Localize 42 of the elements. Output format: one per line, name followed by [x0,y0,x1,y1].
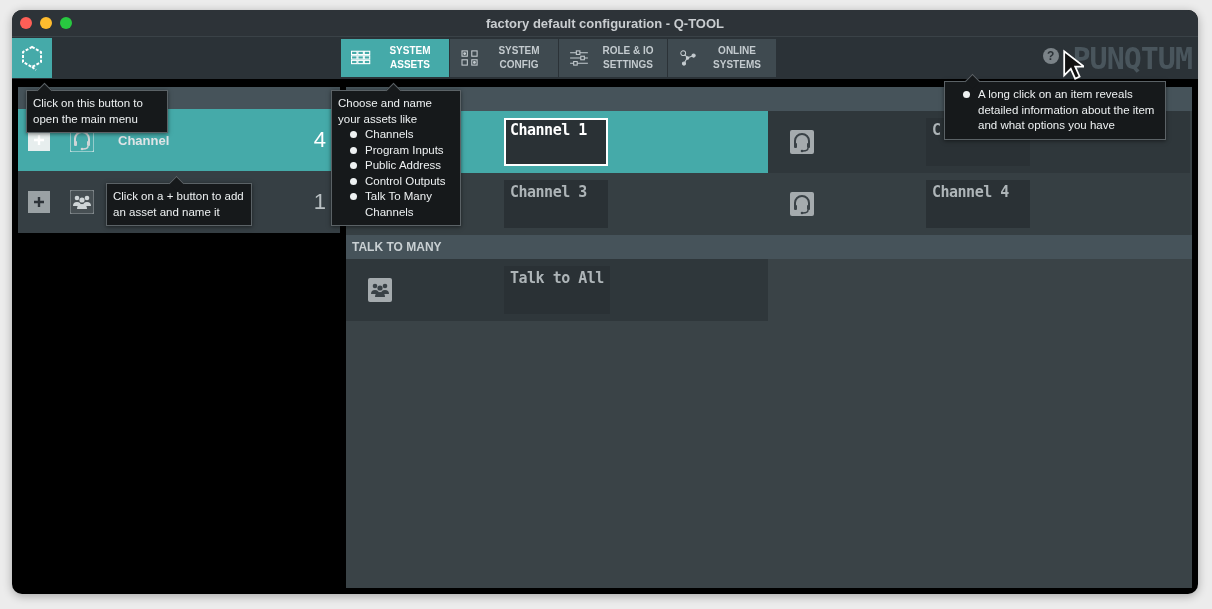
zoom-button[interactable] [60,17,72,29]
bullet-icon [350,131,357,138]
tooltip-bullet: Channels [365,127,414,142]
tooltip-bullet: Program Inputs [365,142,444,158]
headset-icon [790,192,814,216]
bullet-icon [350,162,357,169]
window-title: factory default configuration - Q-TOOL [484,15,726,31]
sliders-icon [569,50,589,66]
grid-icon [351,50,371,66]
nodes-icon [678,50,698,66]
main-menu-button[interactable] [12,38,52,78]
bullet-icon [350,146,357,154]
logo-icon [20,45,44,71]
close-button[interactable] [20,17,32,29]
bullet-icon [963,91,970,98]
asset-name: Channel 3 [504,180,608,228]
minimize-button[interactable] [40,17,52,29]
group-icon [368,278,392,302]
tooltip-bullet: Talk To Many Channels [365,189,433,220]
asset-name: Talk to All [504,266,610,314]
headset-icon [790,130,814,154]
plus-icon [33,134,45,146]
section-title: TALK TO MANY [352,240,442,254]
bullet-icon [350,193,357,200]
tooltip-bullet: Public Address [365,158,442,173]
tab[interactable]: ROLE & IO SETTINGS [559,39,667,77]
group-icon [70,190,94,214]
asset-name: Channel 1 [504,118,608,166]
asset-name: Channel 4 [926,180,1030,228]
help-button[interactable]: ? [1042,48,1059,64]
asset-count: 1 [313,189,326,215]
squares-icon [460,50,480,66]
tab[interactable]: ONLINE SYSTEMS [668,39,776,77]
asset-tile[interactable]: Talk to All [346,259,768,321]
bullet-icon [350,177,357,185]
plus-icon [33,196,45,208]
asset-type-label: Channel [118,132,171,148]
asset-tile[interactable]: Channel 4 [768,173,1190,235]
tooltip-text: Click on a + button to add an asset and name it [113,189,245,220]
asset-count: 4 [313,127,326,153]
tooltip-bullet: Control Outputs [365,173,446,189]
tab[interactable]: SYSTEM CONFIG [450,39,558,77]
